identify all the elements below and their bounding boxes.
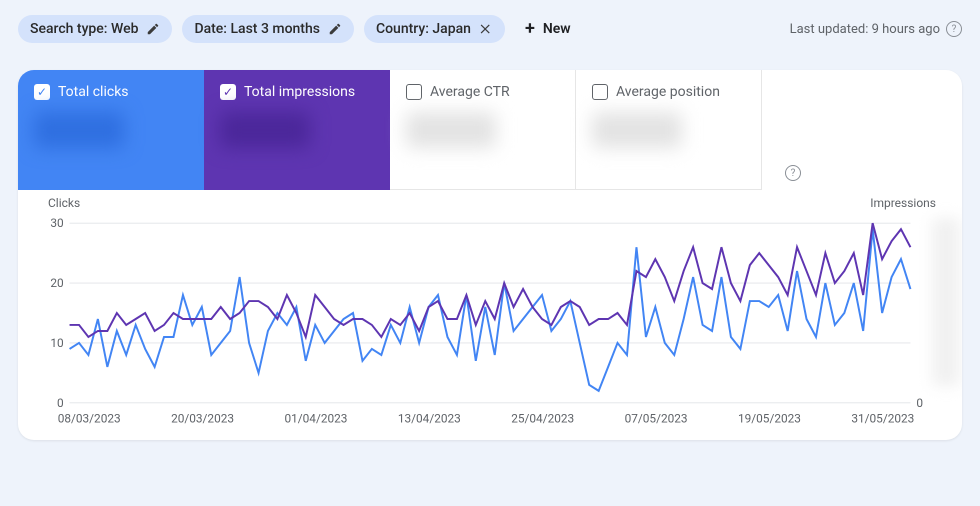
new-label: New	[543, 21, 571, 37]
svg-text:25/04/2023: 25/04/2023	[511, 412, 574, 426]
checkbox-icon	[592, 84, 608, 100]
svg-text:31/05/2023: 31/05/2023	[851, 412, 914, 426]
filter-chip-country[interactable]: Country: Japan	[364, 15, 505, 43]
metric-label: Total impressions	[244, 84, 355, 100]
y-axis-left-label: Clicks	[48, 196, 80, 210]
svg-text:20: 20	[50, 276, 63, 290]
pencil-icon	[328, 22, 342, 36]
svg-text:19/05/2023: 19/05/2023	[738, 412, 801, 426]
metric-label: Average CTR	[430, 84, 510, 100]
metric-value-blurred	[592, 112, 682, 148]
svg-text:0: 0	[57, 396, 64, 410]
chart-svg: 0 10 20 30 0 08/03/2023 20/03/2023 01/04/2023 13…	[36, 198, 944, 428]
filter-bar: Search type: Web Date: Last 3 months Cou…	[0, 0, 980, 52]
checkbox-icon: ✓	[34, 84, 50, 100]
svg-text:10: 10	[50, 336, 63, 350]
metric-value-blurred	[220, 112, 310, 148]
metric-average-ctr[interactable]: Average CTR	[390, 70, 576, 190]
metric-total-impressions[interactable]: ✓ Total impressions	[204, 70, 390, 190]
metric-label: Average position	[616, 84, 720, 100]
last-updated: Last updated: 9 hours ago ?	[790, 21, 962, 37]
checkbox-icon	[406, 84, 422, 100]
metric-value-blurred	[34, 112, 124, 148]
plus-icon: +	[525, 20, 535, 38]
performance-card: ✓ Total clicks ✓ Total impressions Avera…	[18, 70, 962, 440]
filter-chip-search-type[interactable]: Search type: Web	[18, 15, 172, 43]
new-filter-button[interactable]: + New	[515, 14, 581, 44]
svg-text:0: 0	[916, 396, 923, 410]
metric-label: Total clicks	[58, 84, 129, 100]
help-icon[interactable]: ?	[785, 165, 801, 181]
svg-text:30: 30	[50, 216, 63, 230]
svg-text:08/03/2023: 08/03/2023	[58, 412, 121, 426]
svg-text:07/05/2023: 07/05/2023	[625, 412, 688, 426]
chart-area: Clicks Impressions 0 10 20 30 0 08/03/2023 20/…	[18, 190, 962, 440]
chip-label: Search type: Web	[30, 21, 138, 37]
svg-text:20/03/2023: 20/03/2023	[171, 412, 234, 426]
metric-average-position[interactable]: Average position ?	[576, 70, 762, 190]
metric-value-blurred	[406, 112, 496, 148]
chip-label: Country: Japan	[376, 21, 471, 37]
y-axis-right-label: Impressions	[870, 196, 936, 210]
help-icon[interactable]: ?	[946, 21, 962, 37]
chip-label: Date: Last 3 months	[194, 21, 320, 37]
pencil-icon	[146, 22, 160, 36]
right-axis-blurred	[932, 218, 960, 386]
checkbox-icon: ✓	[220, 84, 236, 100]
svg-text:01/04/2023: 01/04/2023	[284, 412, 347, 426]
metric-toggle-row: ✓ Total clicks ✓ Total impressions Avera…	[18, 70, 962, 190]
close-icon[interactable]	[479, 22, 493, 36]
metric-total-clicks[interactable]: ✓ Total clicks	[18, 70, 204, 190]
svg-text:13/04/2023: 13/04/2023	[398, 412, 461, 426]
filter-chip-date[interactable]: Date: Last 3 months	[182, 15, 354, 43]
